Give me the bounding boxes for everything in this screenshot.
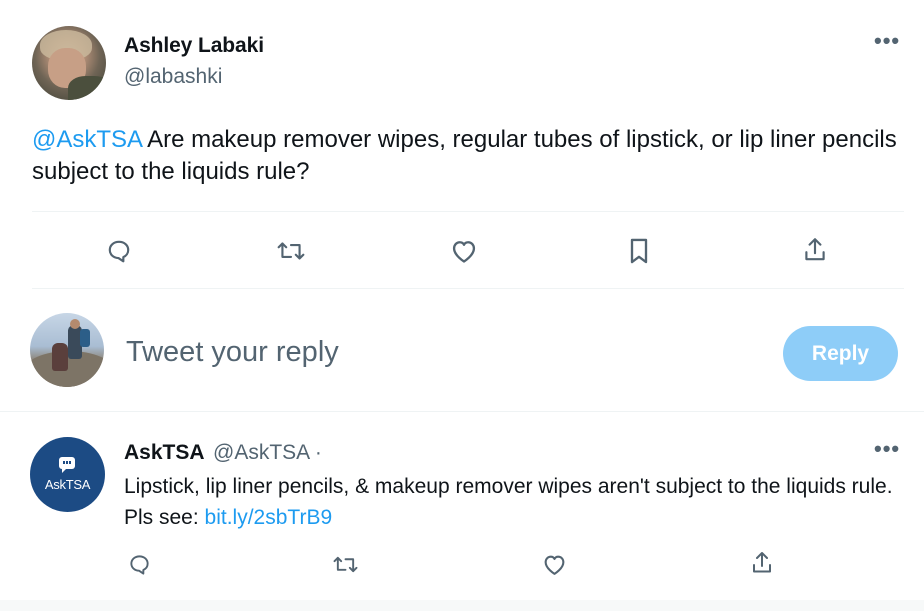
like-icon[interactable] — [540, 551, 568, 577]
reply-icon[interactable] — [104, 236, 134, 266]
bookmark-icon[interactable] — [626, 236, 652, 266]
avatar-logo-text: AskTSA — [44, 477, 91, 492]
tweet-body: Are makeup remover wipes, regular tubes … — [32, 126, 897, 185]
tweet-text: @AskTSA Are makeup remover wipes, regula… — [32, 124, 912, 188]
reply-author-name[interactable]: AskTSA — [124, 441, 205, 465]
avatar-photo-detail — [68, 76, 106, 100]
chat-bubble-icon — [63, 461, 71, 464]
avatar-photo-detail — [80, 329, 90, 347]
retweet-icon[interactable] — [274, 236, 308, 266]
share-icon[interactable] — [800, 234, 830, 266]
divider — [32, 288, 904, 289]
asktsa-avatar[interactable]: AskTSA — [30, 437, 105, 512]
reply-button[interactable]: Reply — [783, 326, 898, 381]
author-name[interactable]: Ashley Labaki — [124, 34, 264, 58]
author-handle[interactable]: @labashki — [124, 65, 222, 89]
avatar-photo-detail — [52, 343, 68, 371]
like-icon[interactable] — [448, 236, 480, 266]
share-icon[interactable] — [748, 549, 776, 577]
divider — [0, 411, 924, 412]
reply-input[interactable]: Tweet your reply — [126, 336, 339, 369]
retweet-icon[interactable] — [330, 551, 360, 577]
divider — [0, 600, 924, 611]
more-options-icon[interactable]: ••• — [874, 30, 900, 52]
reply-link[interactable]: bit.ly/2sbTrB9 — [205, 506, 333, 529]
user-avatar[interactable] — [30, 313, 104, 387]
reply-text: Lipstick, lip liner pencils, & makeup re… — [124, 471, 904, 533]
mention-link[interactable]: @AskTSA — [32, 126, 142, 153]
reply-icon[interactable] — [126, 551, 152, 577]
author-avatar[interactable] — [32, 26, 106, 100]
more-options-icon[interactable]: ••• — [874, 438, 900, 460]
divider — [32, 211, 904, 212]
avatar-photo-detail — [70, 319, 80, 329]
reply-author-handle[interactable]: @AskTSA · — [213, 441, 322, 465]
tweet-thread: Ashley Labaki @labashki ••• @AskTSA Are … — [0, 0, 924, 611]
